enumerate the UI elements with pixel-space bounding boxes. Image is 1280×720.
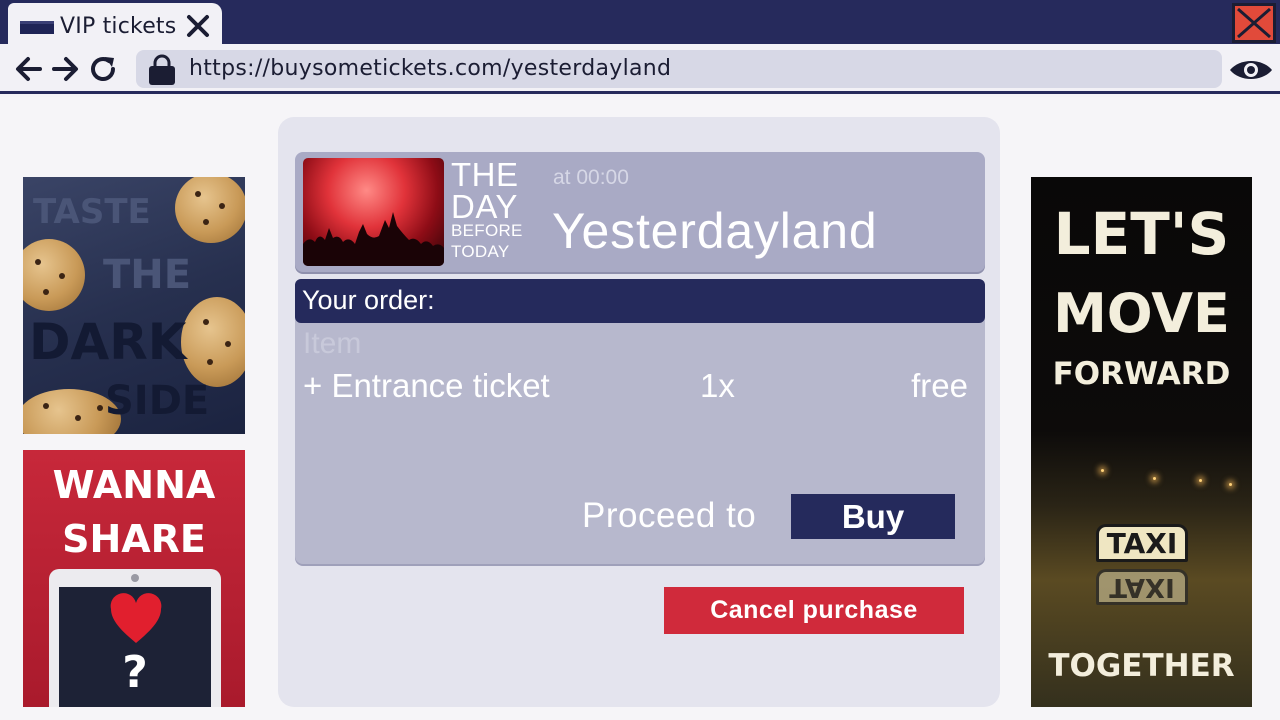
buy-button[interactable]: Buy <box>791 494 955 539</box>
ad-share-line1: WANNA <box>52 463 216 507</box>
heart-icon <box>110 593 162 643</box>
order-row: + Entrance ticket 1x free <box>295 367 985 407</box>
taxi-sign: TAXI <box>1096 524 1188 562</box>
proceed-label: Proceed to <box>582 496 757 535</box>
event-logo: THE DAY BEFORE TODAY <box>451 158 523 264</box>
tablet-image: ? <box>49 569 221 707</box>
tab-vip-tickets[interactable]: VIP tickets <box>8 3 222 49</box>
ticket-panel: THE DAY BEFORE TODAY at 00:00 Yesterdayl… <box>278 117 1000 707</box>
question-mark: ? <box>122 647 148 698</box>
eye-icon[interactable] <box>1228 56 1274 84</box>
close-icon[interactable] <box>184 12 212 40</box>
concert-image <box>303 158 444 266</box>
street-light <box>1199 479 1202 482</box>
navigation-bar: https://buysometickets.com/yesterdayland <box>0 44 1280 94</box>
lock-icon <box>149 54 175 85</box>
ad-share-line2: SHARE <box>62 517 206 561</box>
ad-cookies-line1: TASTE <box>33 192 151 232</box>
event-logo-line4: TODAY <box>451 242 510 261</box>
forward-arrow-icon[interactable] <box>50 54 80 84</box>
ad-taxi-line3: FORWARD <box>1052 356 1231 392</box>
event-logo-line3: BEFORE <box>451 221 523 240</box>
taxi-sign-reflection: TAXI <box>1096 569 1188 605</box>
event-card: THE DAY BEFORE TODAY at 00:00 Yesterdayl… <box>295 152 985 272</box>
url-text: https://buysometickets.com/yesterdayland <box>189 56 672 81</box>
window-close-button[interactable] <box>1232 3 1276 43</box>
ad-taxi[interactable]: LET'S MOVE FORWARD TAXI TAXI TOGETHER <box>1031 177 1252 707</box>
order-item-quantity: 1x <box>700 367 735 404</box>
tab-title: VIP tickets <box>60 13 177 39</box>
camera-dot <box>131 574 139 582</box>
tab-page-icon <box>20 20 54 34</box>
ad-cookies-line2: THE <box>103 252 192 298</box>
tab-bar: VIP tickets <box>0 0 1280 49</box>
ad-cookies-line4: SIDE <box>105 378 210 424</box>
street-light <box>1153 477 1156 480</box>
crowd-silhouette <box>303 212 444 266</box>
cookie-image <box>175 177 245 243</box>
ad-taxi-line4: TOGETHER <box>1048 648 1235 684</box>
ad-share[interactable]: WANNA SHARE ? <box>23 450 245 707</box>
back-arrow-icon[interactable] <box>14 54 44 84</box>
event-logo-line2: DAY <box>451 188 518 225</box>
order-item-price: free <box>911 367 968 404</box>
tablet-screen: ? <box>59 587 211 707</box>
page-content: TASTE THE DARK SIDE WANNA SHARE ? THE DA… <box>0 97 1280 720</box>
column-header-item: Item <box>303 327 362 360</box>
close-icon <box>1237 7 1271 39</box>
event-logo-line1: THE <box>451 156 519 193</box>
ad-cookies[interactable]: TASTE THE DARK SIDE <box>23 177 245 434</box>
reload-icon[interactable] <box>88 54 118 84</box>
url-bar[interactable]: https://buysometickets.com/yesterdayland <box>136 50 1222 88</box>
event-name: Yesterdayland <box>552 203 878 259</box>
street-light <box>1101 469 1104 472</box>
order-section: Your order: Item + Entrance ticket 1x fr… <box>295 279 985 564</box>
street-light <box>1229 483 1232 486</box>
ad-taxi-line2: MOVE <box>1053 282 1230 345</box>
cancel-purchase-button[interactable]: Cancel purchase <box>664 587 964 634</box>
event-time: at 00:00 <box>553 166 629 189</box>
order-item-name: + Entrance ticket <box>303 367 550 404</box>
cookie-image <box>23 239 85 311</box>
ad-taxi-line1: LET'S <box>1053 200 1230 268</box>
cookie-image <box>181 297 245 387</box>
order-header: Your order: <box>295 279 985 323</box>
ad-cookies-line3: DARK <box>29 313 187 371</box>
